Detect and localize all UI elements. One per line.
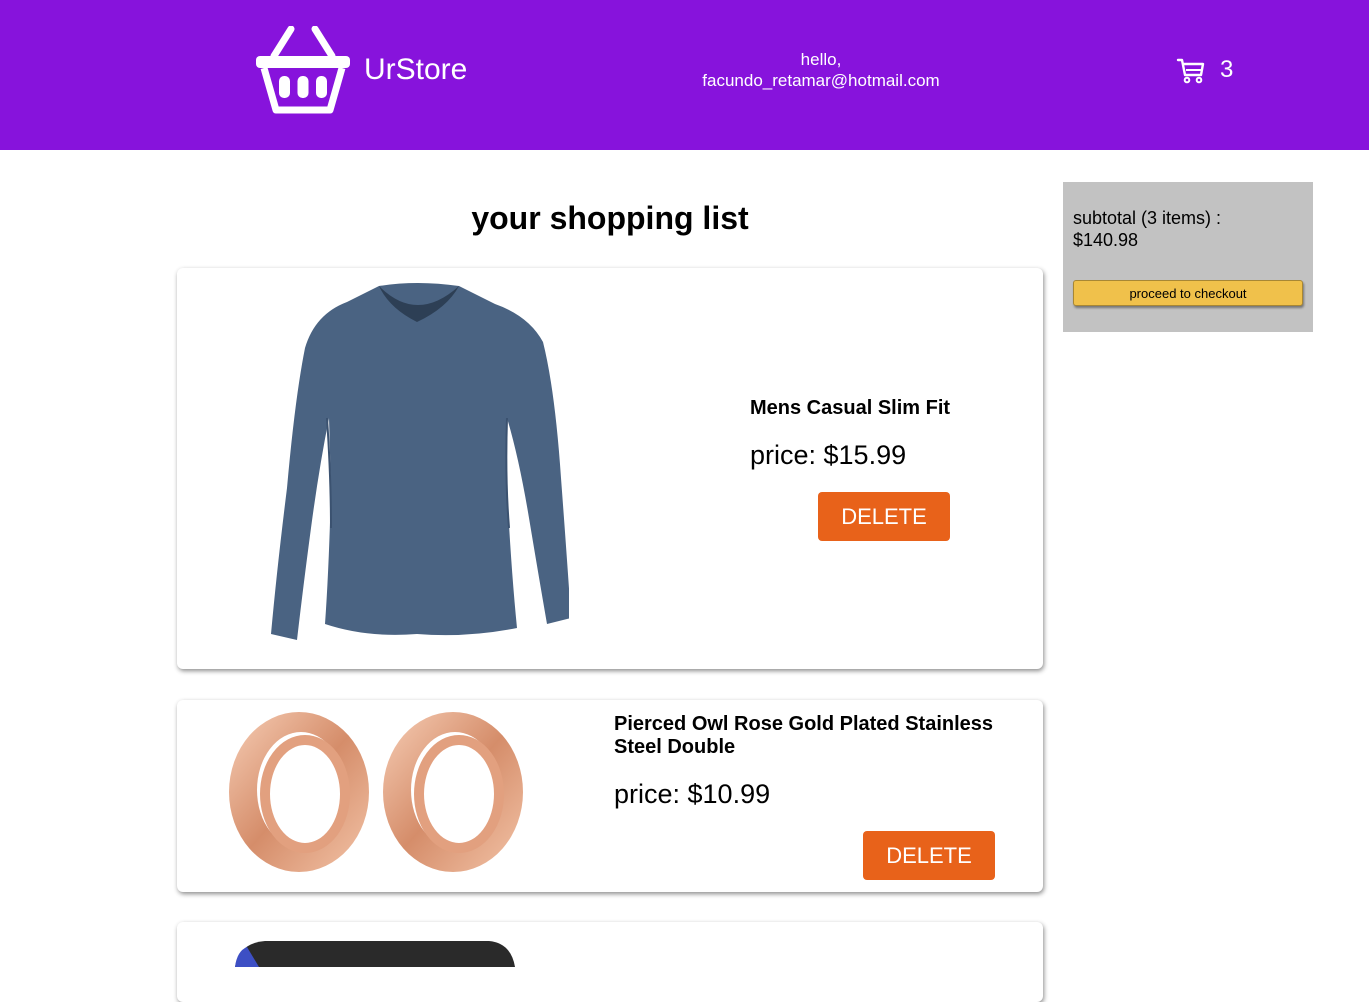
subtotal-text: subtotal (3 items) : $140.98 [1073, 207, 1303, 251]
cart-item-card: Mens Casual Slim Fit price: $15.99 DELET… [177, 268, 1043, 669]
subtotal-amount: $140.98 [1073, 230, 1139, 250]
basket-icon [256, 26, 350, 114]
subtotal-label: subtotal (3 items) : [1073, 208, 1222, 228]
cart-item-card [177, 922, 1043, 1002]
product-image-ear-plugs [229, 712, 523, 872]
delete-button[interactable]: DELETE [863, 831, 995, 880]
shopping-cart-icon [1176, 58, 1205, 84]
greeting-email: facundo_retamar@hotmail.com [702, 71, 940, 90]
product-title: Pierced Owl Rose Gold Plated Stainless S… [614, 713, 994, 758]
delete-button[interactable]: DELETE [818, 492, 950, 541]
brand-name: UrStore [364, 53, 468, 86]
subtotal-panel: subtotal (3 items) : $140.98 proceed to … [1063, 182, 1313, 332]
page-title: your shopping list [471, 200, 749, 236]
product-image-partial [235, 941, 515, 967]
cart-count: 3 [1220, 56, 1234, 83]
cart-button[interactable]: 3 [1176, 55, 1233, 85]
product-price: price: $10.99 [614, 779, 771, 809]
product-price: price: $15.99 [750, 440, 907, 470]
store-logo[interactable]: UrStore [254, 26, 467, 114]
cart-item-card: Pierced Owl Rose Gold Plated Stainless S… [177, 700, 1043, 892]
proceed-to-checkout-button[interactable]: proceed to checkout [1073, 280, 1303, 306]
product-image-shirt [271, 283, 569, 640]
user-greeting: hello, facundo_retamar@hotmail.com [660, 49, 982, 91]
product-title: Mens Casual Slim Fit [750, 397, 951, 419]
header-bar: UrStore hello, facundo_retamar@hotmail.c… [0, 0, 1369, 150]
greeting-hello: hello, [800, 50, 842, 69]
